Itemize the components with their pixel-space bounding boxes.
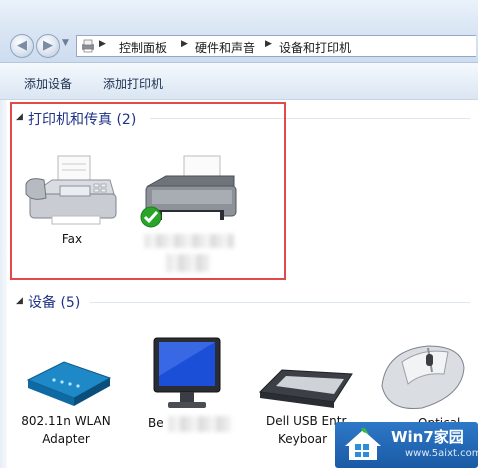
forward-button[interactable]: ▶ xyxy=(36,34,60,58)
breadcrumb-devices-printers[interactable]: 设备和打印机 xyxy=(279,39,351,56)
watermark-logo: Win7家园 www.5aixt.com xyxy=(335,422,478,468)
breadcrumb-separator-icon[interactable]: ▶ xyxy=(99,39,106,49)
navigation-pane-edge xyxy=(0,100,7,468)
add-device-button[interactable]: 添加设备 xyxy=(24,75,72,92)
device-label: Be xyxy=(148,416,164,430)
monitor-device[interactable]: Be xyxy=(140,336,240,446)
blurred-label xyxy=(144,234,234,248)
default-check-icon xyxy=(140,206,162,228)
mouse-icon xyxy=(381,345,465,410)
add-printer-button[interactable]: 添加打印机 xyxy=(103,75,163,92)
device-label: Adapter xyxy=(42,432,90,446)
breadcrumb-separator-icon[interactable]: ▶ xyxy=(265,39,272,49)
wlan-adapter-device[interactable]: 802.11n WLAN Adapter xyxy=(14,340,118,450)
devices-group-header[interactable]: 设备 (5) xyxy=(28,292,80,312)
collapse-triangle-icon[interactable]: ◢ xyxy=(16,296,23,306)
device-label: Keyboar xyxy=(278,432,328,446)
back-arrow-icon: ◀ xyxy=(17,38,27,53)
address-bar: ◀ ▶ ▼ ▶ 控制面板 ▶ 硬件和声音 ▶ 设备和打印机 xyxy=(0,0,478,63)
keyboard-icon xyxy=(258,369,353,408)
device-label: 802.11n WLAN xyxy=(21,414,111,428)
devices-printers-icon xyxy=(82,39,94,53)
history-dropdown-icon[interactable]: ▼ xyxy=(62,38,69,48)
breadcrumb-separator-icon[interactable]: ▶ xyxy=(181,39,188,49)
watermark-title: Win7家园 xyxy=(391,428,464,446)
forward-arrow-icon: ▶ xyxy=(43,38,53,53)
group-divider xyxy=(90,302,470,303)
wlan-adapter-icon xyxy=(26,361,112,406)
fax-machine-icon xyxy=(25,155,117,225)
device-label: Fax xyxy=(61,232,83,246)
breadcrumb-control-panel[interactable]: 控制面板 xyxy=(119,39,167,56)
command-bar: 添加设备 添加打印机 xyxy=(0,63,478,100)
blurred-label xyxy=(166,254,210,272)
house-logo-icon xyxy=(345,428,381,460)
breadcrumb-hardware-sound[interactable]: 硬件和声音 xyxy=(195,39,255,56)
watermark-url: www.5aixt.com xyxy=(405,448,478,459)
printer-device[interactable] xyxy=(138,152,248,272)
fax-device[interactable]: Fax xyxy=(22,150,122,250)
back-button[interactable]: ◀ xyxy=(10,34,34,58)
breadcrumb[interactable]: ▶ 控制面板 ▶ 硬件和声音 ▶ 设备和打印机 xyxy=(76,35,476,57)
blurred-label xyxy=(168,416,232,432)
monitor-icon xyxy=(153,337,221,408)
